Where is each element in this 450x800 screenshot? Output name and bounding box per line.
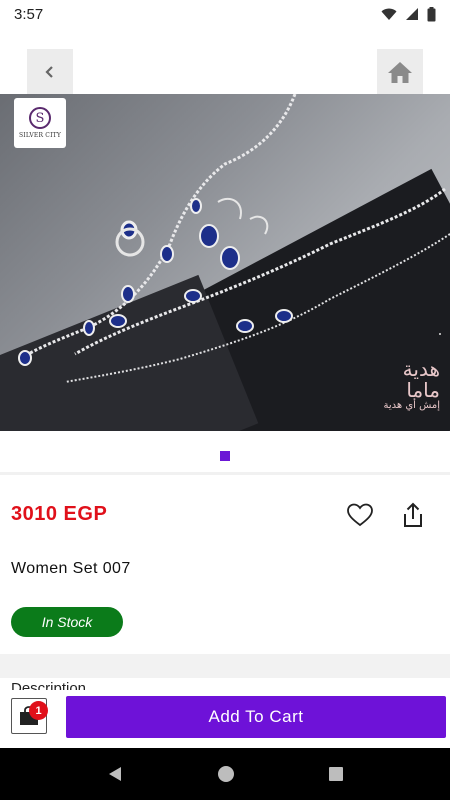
product-price: 3010 EGP (11, 503, 108, 525)
brand-name: SILVER CITY (18, 132, 61, 139)
add-to-cart-button[interactable]: Add To Cart (66, 696, 446, 738)
cart-count-badge: 1 (29, 701, 48, 720)
status-time: 3:57 (14, 5, 44, 23)
watermark-line: ماما (406, 378, 440, 402)
share-icon (404, 502, 422, 527)
status-bar: 3:57 (0, 0, 450, 28)
product-image-gallery[interactable]: S SILVER CITY هدية ماما إمش أي هدية (0, 94, 450, 431)
divider (0, 472, 450, 475)
bottom-action-bar: 1 Add To Cart (0, 690, 450, 748)
home-button[interactable] (377, 49, 423, 95)
nav-back-icon[interactable] (106, 765, 124, 783)
nav-recents-icon[interactable] (328, 766, 344, 782)
gallery-pagination (220, 451, 230, 461)
product-title: Women Set 007 (11, 560, 131, 577)
home-icon (388, 62, 412, 83)
share-button[interactable] (401, 501, 425, 529)
brand-mark: S (29, 107, 51, 129)
nav-home-icon[interactable] (217, 765, 235, 783)
watermark-line: إمش أي هدية (383, 400, 440, 411)
favorite-button[interactable] (346, 502, 374, 528)
section-separator (0, 654, 450, 678)
wifi-icon (381, 8, 397, 20)
chevron-left-icon (45, 66, 53, 78)
stock-status-badge: In Stock (11, 607, 123, 637)
pagination-dot-active[interactable] (220, 451, 230, 461)
back-button[interactable] (27, 49, 73, 95)
battery-icon (427, 6, 436, 21)
signal-icon (406, 8, 418, 20)
heart-outline-icon (347, 503, 373, 527)
brand-logo: S SILVER CITY (14, 98, 66, 148)
watermark-line: هدية (402, 357, 440, 381)
status-icons (381, 6, 436, 22)
system-navigation-bar (0, 748, 450, 800)
product-detail-screen: 3:57 S SILVER CITY هدية ماما إمش أي هدية… (0, 0, 450, 800)
image-watermark: هدية ماما إمش أي هدية (383, 359, 440, 412)
